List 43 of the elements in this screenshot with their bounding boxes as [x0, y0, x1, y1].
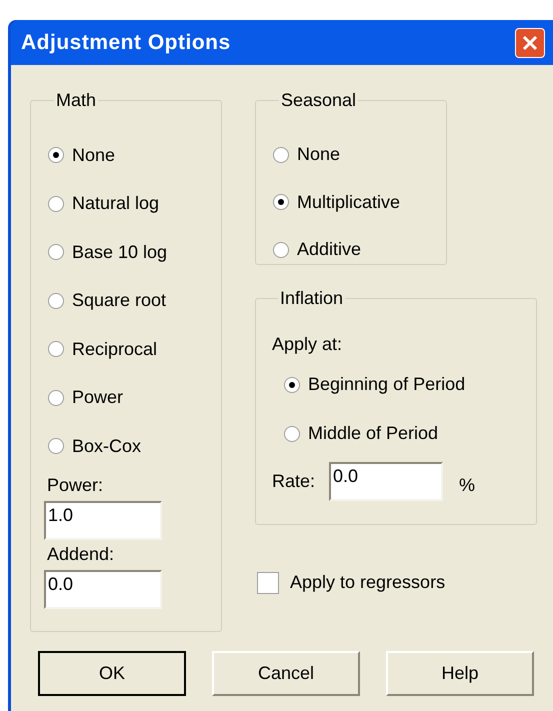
- radio-label[interactable]: Beginning of Period: [308, 371, 466, 398]
- group-label: Inflation: [279, 287, 344, 310]
- radio-button[interactable]: [48, 341, 64, 358]
- dialog-button[interactable]: Help: [386, 651, 534, 696]
- radio-button[interactable]: [284, 376, 300, 392]
- checkbox[interactable]: [257, 572, 279, 594]
- radio-label[interactable]: Reciprocal: [72, 336, 158, 363]
- unit-label: %: [459, 474, 476, 497]
- radio-button[interactable]: [273, 194, 289, 210]
- radio-button[interactable]: [48, 292, 64, 309]
- radio-label[interactable]: Power: [72, 384, 124, 412]
- radio-label[interactable]: Middle of Period: [308, 420, 438, 447]
- field-label: Rate:: [272, 470, 316, 493]
- close-icon: [521, 34, 539, 52]
- radio-button[interactable]: [48, 196, 64, 212]
- radio-label[interactable]: Box-Cox: [72, 432, 142, 460]
- radio-label[interactable]: Base 10 log: [72, 238, 168, 266]
- window-title: Adjustment Options: [21, 30, 231, 56]
- text-field[interactable]: 1.0: [44, 500, 162, 540]
- radio-label[interactable]: Multiplicative: [297, 188, 400, 216]
- radio-button[interactable]: [284, 426, 300, 442]
- radio-button[interactable]: [48, 390, 64, 406]
- radio-label[interactable]: Natural log: [72, 190, 160, 218]
- group-label: Math: [55, 89, 98, 112]
- radio-button[interactable]: [48, 244, 64, 260]
- dialog-button[interactable]: Cancel: [212, 651, 360, 696]
- radio-button[interactable]: [48, 147, 64, 164]
- radio-button[interactable]: [273, 242, 289, 258]
- field-label: Power:: [47, 474, 104, 496]
- radio-label[interactable]: Additive: [297, 236, 362, 264]
- radio-label[interactable]: None: [297, 141, 340, 168]
- checkbox-label[interactable]: Apply to regressors: [290, 569, 446, 596]
- field-label: Addend:: [47, 542, 116, 566]
- dialog-button[interactable]: OK: [38, 651, 186, 696]
- radio-button[interactable]: [273, 146, 289, 163]
- radio-label[interactable]: Square root: [72, 287, 166, 314]
- apply-at-label: Apply at:: [272, 333, 344, 356]
- group-label: Seasonal: [280, 89, 358, 112]
- radio-label[interactable]: None: [72, 142, 116, 169]
- radio-button[interactable]: [48, 438, 64, 454]
- text-field[interactable]: 0.0: [329, 462, 444, 501]
- text-field[interactable]: 0.0: [44, 570, 162, 608]
- close-button[interactable]: [515, 28, 545, 58]
